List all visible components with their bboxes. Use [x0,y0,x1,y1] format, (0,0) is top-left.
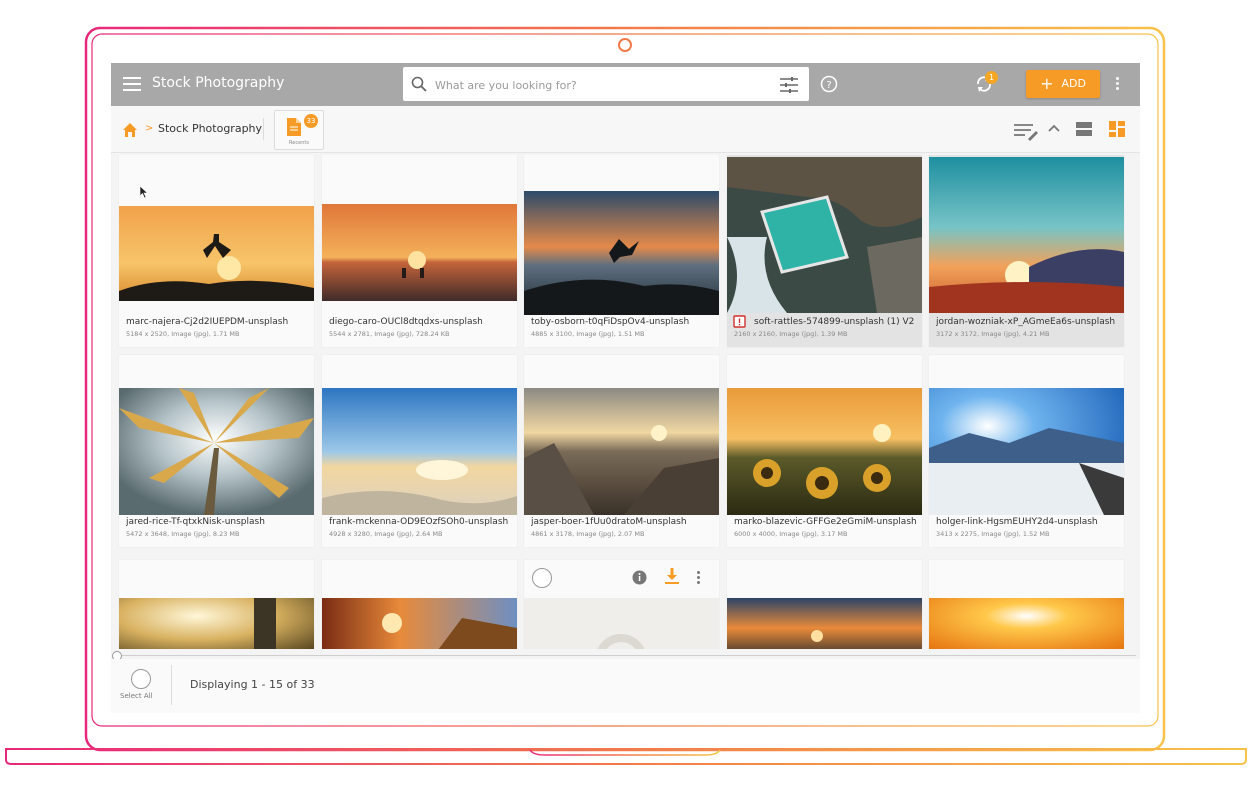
asset-thumbnail[interactable] [524,388,719,515]
asset-name[interactable]: soft-rattles-574899-unsplash (1) V2 [754,317,919,327]
breadcrumb-bar: > Stock Photography 33 Recents [111,106,1140,153]
asset-meta: 4885 x 3100, Image (jpg), 1.51 MB [531,330,645,338]
help-icon[interactable]: ? [820,75,838,93]
divider [263,118,264,140]
asset-name[interactable]: marko-blazevic-GFFGe2eGmiM-unsplash [734,517,918,527]
cursor-icon [139,185,149,199]
asset-name[interactable]: jordan-wozniak-xP_AGmeEa6s-unsplash [936,317,1120,327]
asset-name[interactable]: diego-caro-OUCl8dtqdxs-unsplash [329,317,513,327]
kebab-icon[interactable] [1114,75,1120,95]
kebab-icon[interactable] [696,570,700,585]
asset-card[interactable] [322,560,517,649]
asset-card[interactable]: frank-mckenna-OD9EOzfSOh0-unsplash 4928 … [322,355,517,547]
asset-thumbnail[interactable] [929,598,1124,649]
add-button-label: ADD [1061,77,1086,90]
asset-meta: 4928 x 3280, Image (jpg), 2.64 MB [329,530,443,538]
asset-meta: 5544 x 2781, Image (jpg), 728.24 KB [329,330,450,338]
list-view-icon[interactable] [1076,122,1092,136]
asset-meta: 2160 x 2160, Image (jpg), 1.39 MB [734,330,848,338]
asset-thumbnail[interactable] [119,598,314,649]
download-icon[interactable] [665,568,679,584]
recents-count-badge: 33 [304,114,318,128]
select-checkbox[interactable] [532,568,552,588]
recents-label: Recents [289,140,309,146]
home-icon[interactable] [122,122,138,138]
document-icon [287,118,301,136]
asset-grid: marc-najera-Cj2d2IUEPDM-unsplash 5184 x … [111,155,1140,649]
asset-name[interactable]: toby-osborn-t0qFiDspOv4-unsplash [531,317,715,327]
asset-card[interactable]: soft-rattles-574899-unsplash (1) V2 2160… [727,155,922,347]
asset-card[interactable]: marko-blazevic-GFFGe2eGmiM-unsplash 6000… [727,355,922,547]
asset-thumbnail[interactable] [929,157,1124,313]
filter-icon[interactable] [779,76,799,94]
asset-thumbnail[interactable] [727,388,922,515]
asset-meta: 3413 x 2275, Image (jpg), 1.52 MB [936,530,1050,538]
asset-card[interactable]: jared-rice-Tf-qtxkNisk-unsplash 5472 x 3… [119,355,314,547]
asset-card-hover[interactable] [524,560,719,649]
hamburger-icon[interactable] [123,77,141,91]
search-input[interactable] [433,75,767,95]
asset-meta: 5472 x 3648, Image (jpg), 8.23 MB [126,530,240,538]
asset-thumbnail[interactable] [524,598,719,649]
select-all-checkbox[interactable] [131,669,151,689]
asset-name[interactable]: jasper-boer-1fUu0dratoM-unsplash [531,517,715,527]
pagination-status: Displaying 1 - 15 of 33 [190,678,315,691]
svg-text:?: ? [826,80,831,91]
asset-card[interactable]: diego-caro-OUCl8dtqdxs-unsplash 5544 x 2… [322,155,517,347]
asset-name[interactable]: jared-rice-Tf-qtxkNisk-unsplash [126,517,310,527]
breadcrumb-separator: > [145,123,154,134]
asset-name[interactable]: marc-najera-Cj2d2IUEPDM-unsplash [126,317,310,327]
horizontal-scrollbar[interactable] [116,655,1136,656]
asset-meta: 4861 x 3178, Image (jpg), 2.07 MB [531,530,645,538]
asset-thumbnail[interactable] [322,598,517,649]
footer-bar: Select All Displaying 1 - 15 of 33 [111,659,1140,713]
recents-tile[interactable]: 33 Recents [274,110,324,150]
asset-thumbnail[interactable] [524,191,719,315]
asset-thumbnail[interactable] [727,157,922,313]
asset-card[interactable] [727,560,922,649]
sync-badge: 1 [985,71,998,84]
asset-thumbnail[interactable] [929,388,1124,515]
asset-card[interactable] [119,560,314,649]
divider [171,665,172,705]
chevron-up-icon[interactable] [1048,123,1060,133]
asset-name[interactable]: holger-link-HgsmEUHY2d4-unsplash [936,517,1120,527]
add-button[interactable]: + ADD [1026,70,1100,98]
asset-thumbnail[interactable] [322,388,517,515]
breadcrumb-item[interactable]: Stock Photography [158,122,262,135]
sort-icon[interactable] [1013,121,1039,141]
select-all-label: Select All [120,692,153,700]
info-icon[interactable] [632,570,647,585]
asset-card[interactable]: holger-link-HgsmEUHY2d4-unsplash 3413 x … [929,355,1124,547]
search-icon [411,76,427,92]
asset-meta: 3172 x 3172, Image (jpg), 4.21 MB [936,330,1050,338]
asset-card[interactable] [929,560,1124,649]
asset-name[interactable]: frank-mckenna-OD9EOzfSOh0-unsplash [329,517,513,527]
asset-card[interactable]: marc-najera-Cj2d2IUEPDM-unsplash 5184 x … [119,155,314,347]
asset-card[interactable]: jasper-boer-1fUu0dratoM-unsplash 4861 x … [524,355,719,547]
top-bar: Stock Photography ? 1 + ADD [111,63,1140,106]
asset-thumbnail[interactable] [119,206,314,301]
app-screen: Stock Photography ? 1 + ADD > Stock Photo… [111,63,1140,713]
warning-icon [733,315,746,328]
asset-meta: 6000 x 4000, Image (jpg), 3.17 MB [734,530,848,538]
plus-icon: + [1040,74,1054,93]
asset-thumbnail[interactable] [119,388,314,515]
asset-thumbnail[interactable] [727,598,922,649]
app-title: Stock Photography [152,75,285,91]
asset-card[interactable]: jordan-wozniak-xP_AGmeEa6s-unsplash 3172… [929,155,1124,347]
asset-thumbnail[interactable] [322,204,517,301]
asset-card[interactable]: toby-osborn-t0qFiDspOv4-unsplash 4885 x … [524,155,719,347]
asset-meta: 5184 x 2520, Image (jpg), 1.71 MB [126,330,240,338]
search-box[interactable] [403,67,809,101]
grid-view-icon[interactable] [1109,121,1125,137]
